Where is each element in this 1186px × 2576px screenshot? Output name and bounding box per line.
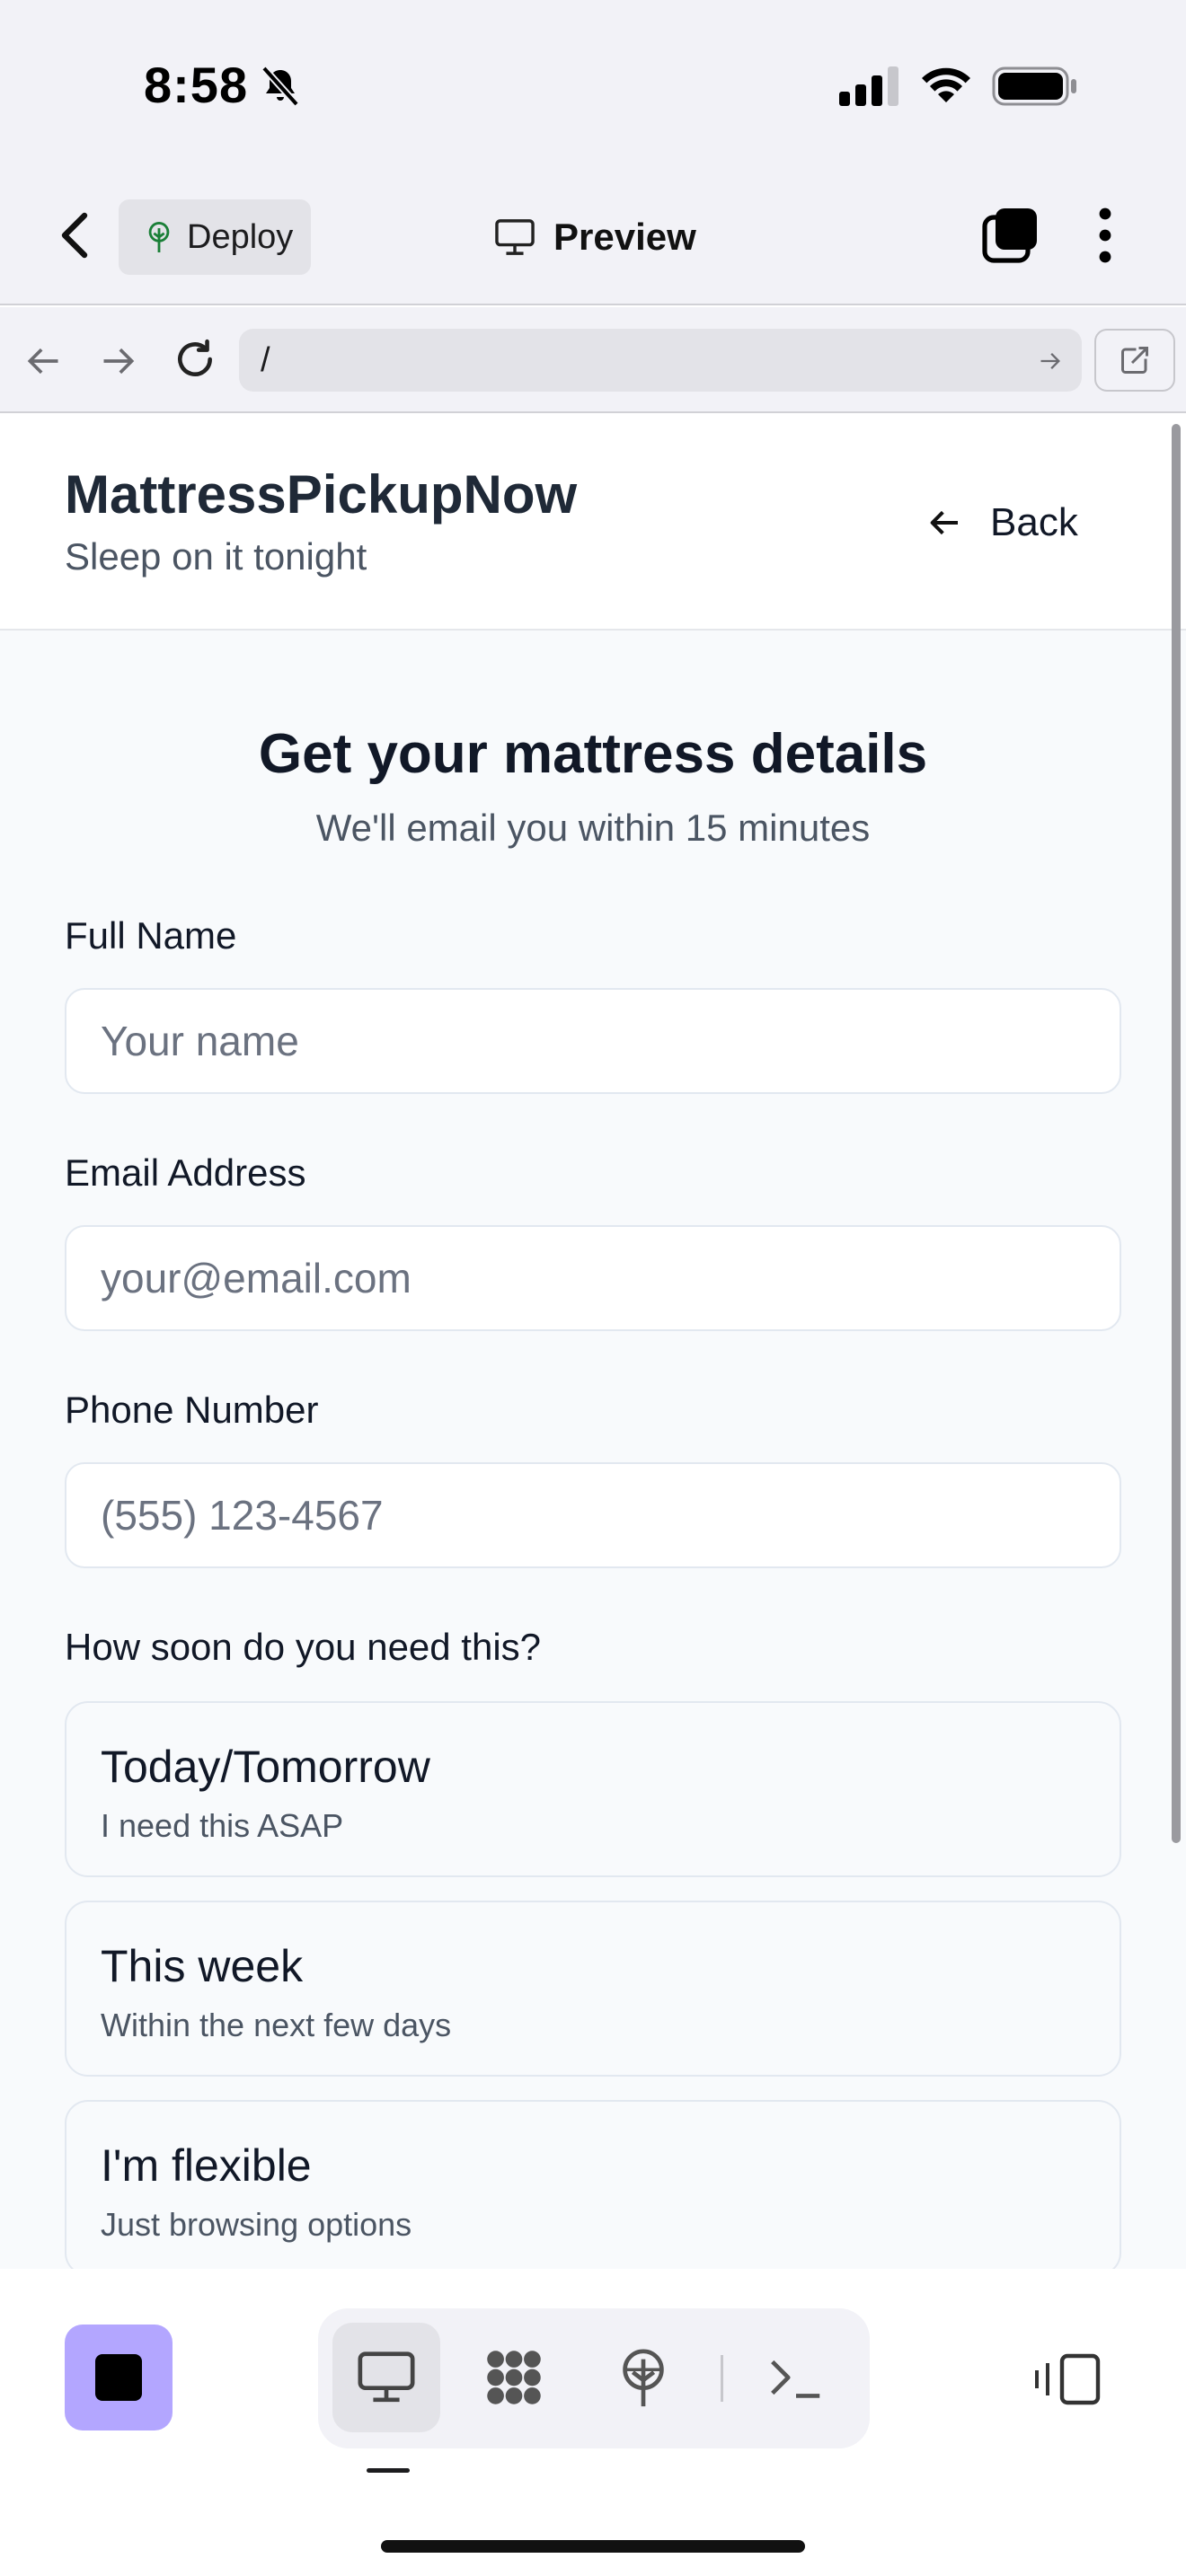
site-header: MattressPickupNow Sleep on it tonight Ba…: [0, 415, 1186, 631]
option-description: Just browsing options: [101, 2206, 412, 2243]
tool-divider: [721, 2355, 723, 2402]
reload-icon[interactable]: [173, 336, 217, 383]
tool-workflow-button[interactable]: [460, 2323, 568, 2432]
deploy-button[interactable]: Deploy: [119, 199, 311, 275]
back-button[interactable]: Back: [925, 496, 1078, 550]
timing-question: How soon do you need this?: [65, 1626, 542, 1668]
stop-button[interactable]: [65, 2325, 173, 2430]
terminal-icon: [771, 2360, 820, 2398]
status-time: 8:58: [144, 57, 249, 113]
app-header: Deploy Preview: [0, 162, 1186, 305]
wifi-icon: [922, 67, 970, 102]
url-bar[interactable]: /: [239, 329, 1082, 392]
external-link-icon: [1121, 347, 1148, 374]
url-text: /: [261, 341, 270, 379]
option-title: I'm flexible: [101, 2140, 312, 2191]
home-indicator: [381, 2540, 805, 2553]
deploy-tree-icon: [623, 2349, 664, 2407]
active-tool-indicator: [367, 2468, 410, 2473]
deploy-label: Deploy: [187, 217, 294, 256]
form-subheading: We'll email you within 15 minutes: [315, 807, 871, 849]
status-bar: 8:58: [0, 0, 1186, 162]
more-vertical-icon[interactable]: [1093, 207, 1118, 264]
tool-group: [318, 2308, 870, 2448]
phone-input[interactable]: [65, 1462, 1121, 1568]
battery-icon: [992, 66, 1076, 106]
full-name-label: Full Name: [65, 914, 237, 957]
scrollbar[interactable]: [1172, 424, 1181, 1843]
option-today-tomorrow[interactable]: Today/Tomorrow I need this ASAP: [65, 1701, 1121, 1877]
bottom-toolbar: [0, 2269, 1186, 2576]
stop-icon: [95, 2354, 142, 2401]
panel-toggle-icon[interactable]: [1033, 2351, 1102, 2407]
arrow-left-icon[interactable]: [23, 341, 63, 381]
webview: MattressPickupNow Sleep on it tonight Ba…: [0, 415, 1186, 2269]
browser-bar: /: [0, 307, 1186, 413]
cellular-signal-icon: [839, 66, 898, 106]
full-name-input[interactable]: [65, 988, 1121, 1094]
chevron-left-icon[interactable]: [58, 210, 93, 260]
option-description: I need this ASAP: [101, 1807, 344, 1844]
monitor-icon: [495, 219, 535, 255]
option-title: This week: [101, 1941, 304, 1991]
brand-tagline: Sleep on it tonight: [65, 535, 367, 578]
tool-preview-button[interactable]: [332, 2323, 440, 2432]
option-title: Today/Tomorrow: [101, 1742, 430, 1792]
preview-title: Preview: [494, 208, 696, 266]
tool-deploy-button[interactable]: [589, 2323, 697, 2432]
email-label: Email Address: [65, 1151, 306, 1194]
deploy-tree-icon: [148, 222, 170, 252]
arrow-right-icon[interactable]: [99, 341, 138, 381]
bell-slash-icon: [261, 66, 299, 107]
phone-label: Phone Number: [65, 1389, 319, 1431]
arrow-left-icon: [930, 510, 958, 535]
tool-terminal-button[interactable]: [742, 2323, 850, 2432]
tabs-icon[interactable]: [981, 207, 1039, 264]
brand-title: MattressPickupNow: [65, 464, 578, 525]
option-flexible[interactable]: I'm flexible Just browsing options: [65, 2100, 1121, 2269]
workflow-nodes-icon: [487, 2351, 541, 2404]
email-input[interactable]: [65, 1225, 1121, 1331]
option-description: Within the next few days: [101, 2007, 452, 2043]
back-label: Back: [990, 500, 1078, 544]
open-external-button[interactable]: [1094, 329, 1175, 392]
preview-monitor-icon: [358, 2351, 415, 2403]
preview-title-text: Preview: [553, 216, 696, 258]
form-heading: Get your mattress details: [258, 723, 928, 785]
option-this-week[interactable]: This week Within the next few days: [65, 1901, 1121, 2077]
go-arrow-icon[interactable]: [1037, 348, 1064, 374]
